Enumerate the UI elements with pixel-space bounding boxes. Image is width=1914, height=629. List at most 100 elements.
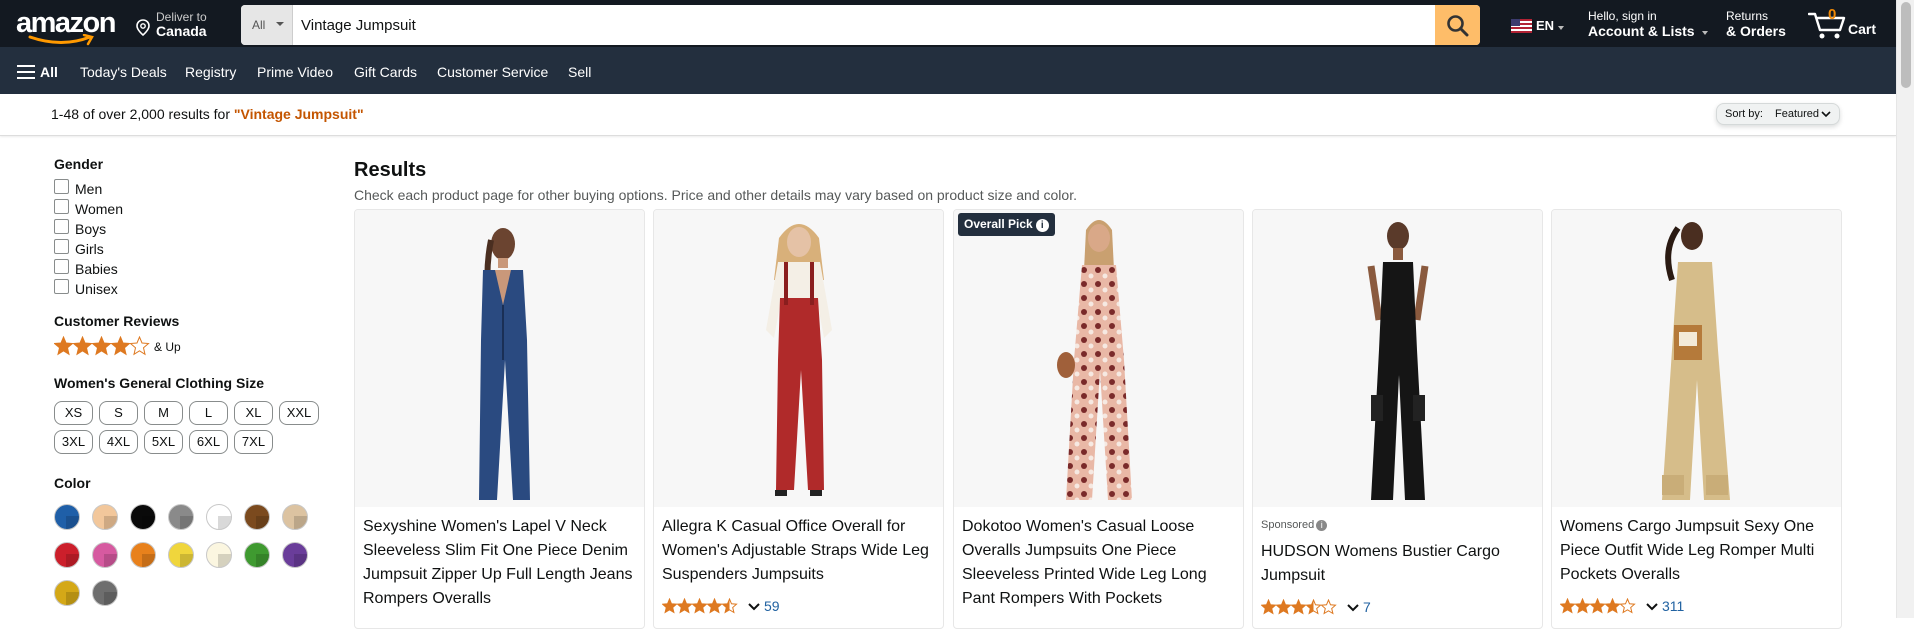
filter-label: Unisex: [75, 281, 118, 297]
checkbox[interactable]: [54, 179, 69, 194]
chevron-down-icon[interactable]: [1347, 603, 1359, 613]
size-l-button[interactable]: L: [189, 401, 228, 425]
search-department-select[interactable]: All: [241, 5, 293, 45]
product-title[interactable]: HUDSON Womens Bustier Cargo Jumpsuit: [1261, 540, 1533, 588]
badge-label: Overall Pick: [964, 217, 1033, 231]
size-6xl-button[interactable]: 6XL: [189, 430, 228, 454]
color-swatch[interactable]: [206, 504, 232, 530]
info-icon[interactable]: i: [1316, 520, 1328, 531]
checkbox[interactable]: [54, 219, 69, 234]
product-card[interactable]: Sponsored i HUDSON Womens Bustier Cargo J…: [1252, 209, 1543, 629]
product-image[interactable]: [654, 210, 943, 507]
color-swatch[interactable]: [54, 580, 80, 606]
swatch-shade: [218, 554, 231, 567]
color-swatch[interactable]: [168, 542, 194, 568]
checkbox[interactable]: [54, 239, 69, 254]
product-title[interactable]: Womens Cargo Jumpsuit Sexy One Piece Out…: [1560, 515, 1832, 587]
color-swatch[interactable]: [92, 504, 118, 530]
swatch-shade: [66, 516, 79, 529]
rating-count[interactable]: 311: [1662, 598, 1684, 614]
results-heading: Results: [354, 159, 427, 181]
product-card[interactable]: Womens Cargo Jumpsuit Sexy One Piece Out…: [1551, 209, 1842, 629]
account-label: Account & Lists: [1588, 23, 1695, 39]
nav-registry[interactable]: Registry: [185, 64, 236, 80]
product-title[interactable]: Allegra K Casual Office Overall for Wome…: [662, 515, 934, 587]
amazon-logo[interactable]: amazon: [16, 8, 116, 46]
denim-jumpsuit-image: [479, 228, 530, 500]
search-button[interactable]: [1435, 5, 1480, 45]
color-swatch[interactable]: [92, 580, 118, 606]
floral-jumpsuit-image: [1057, 220, 1132, 500]
color-swatch[interactable]: [168, 504, 194, 530]
product-card[interactable]: Dokotoo Women's Casual Loose Overalls Ju…: [953, 209, 1244, 629]
returns-orders[interactable]: Returns & Orders: [1726, 9, 1796, 41]
filter-label: Girls: [75, 241, 104, 257]
product-title[interactable]: Sexyshine Women's Lapel V Neck Sleeveles…: [363, 515, 635, 611]
reviews-heading: Customer Reviews: [54, 313, 180, 329]
chevron-down-icon[interactable]: [1646, 602, 1658, 612]
product-title[interactable]: Dokotoo Women's Casual Loose Overalls Ju…: [962, 515, 1234, 611]
scrollbar-thumb[interactable]: [1901, 2, 1911, 88]
size-xs-button[interactable]: XS: [54, 401, 93, 425]
size-3xl-button[interactable]: 3XL: [54, 430, 93, 454]
color-swatch[interactable]: [92, 542, 118, 568]
color-swatch[interactable]: [282, 542, 308, 568]
color-swatch[interactable]: [206, 542, 232, 568]
nav-customer-service[interactable]: Customer Service: [437, 64, 548, 80]
color-swatch[interactable]: [282, 504, 308, 530]
deliver-to[interactable]: Deliver to Canada: [136, 9, 216, 39]
product-rating[interactable]: 59: [661, 597, 780, 614]
top-header: amazon Deliver to Canada All Vintage Jum…: [0, 0, 1896, 47]
cart-icon: [1808, 12, 1846, 39]
product-image[interactable]: [1253, 210, 1542, 507]
nav-prime-video[interactable]: Prime Video: [257, 64, 333, 80]
product-rating[interactable]: 7: [1260, 598, 1371, 615]
product-card[interactable]: Allegra K Casual Office Overall for Wome…: [653, 209, 944, 629]
swatch-shade: [66, 554, 79, 567]
rating-count[interactable]: 59: [764, 598, 780, 614]
account-lists[interactable]: Hello, sign in Account & Lists: [1588, 9, 1708, 41]
cart-button[interactable]: 0 Cart: [1808, 6, 1882, 42]
checkbox[interactable]: [54, 259, 69, 274]
cart-count: 0: [1828, 6, 1837, 23]
filter-label: Men: [75, 181, 103, 197]
product-image[interactable]: [355, 210, 644, 507]
nav-sell[interactable]: Sell: [568, 64, 591, 80]
result-query: "Vintage Jumpsuit": [233, 106, 364, 122]
hamburger-menu-icon: [17, 65, 35, 79]
page-scrollbar[interactable]: [1896, 0, 1914, 618]
size-m-button[interactable]: M: [144, 401, 183, 425]
size-5xl-button[interactable]: 5XL: [144, 430, 183, 454]
product-image[interactable]: [954, 210, 1243, 507]
chevron-down-icon[interactable]: [748, 602, 760, 612]
color-swatch[interactable]: [130, 542, 156, 568]
search-input[interactable]: [293, 5, 1432, 45]
color-swatch[interactable]: [54, 542, 80, 568]
size-4xl-button[interactable]: 4XL: [99, 430, 138, 454]
color-swatch[interactable]: [130, 504, 156, 530]
filter-4-stars-up[interactable]: & Up: [53, 335, 181, 361]
size-xl-button[interactable]: XL: [234, 401, 273, 425]
search-icon: [1447, 15, 1469, 37]
rating-count[interactable]: 7: [1363, 599, 1371, 615]
product-image[interactable]: [1552, 210, 1841, 507]
product-card[interactable]: Sexyshine Women's Lapel V Neck Sleeveles…: [354, 209, 645, 629]
size-xxl-button[interactable]: XXL: [279, 401, 319, 425]
us-flag-icon: [1511, 19, 1532, 33]
sponsored-label: Sponsored i: [1261, 519, 1328, 531]
size-7xl-button[interactable]: 7XL: [234, 430, 273, 454]
nav-gift-cards[interactable]: Gift Cards: [354, 64, 417, 80]
nav-todays-deals[interactable]: Today's Deals: [80, 64, 167, 80]
color-swatch[interactable]: [244, 504, 270, 530]
sort-dropdown[interactable]: Sort by: Featured: [1716, 103, 1840, 125]
color-swatch[interactable]: [244, 542, 270, 568]
size-s-button[interactable]: S: [99, 401, 138, 425]
checkbox[interactable]: [54, 199, 69, 214]
color-swatch[interactable]: [54, 504, 80, 530]
info-icon[interactable]: i: [1035, 219, 1049, 232]
results-info-bar: 1-48 of over 2,000 results for "Vintage …: [0, 94, 1896, 136]
checkbox[interactable]: [54, 279, 69, 294]
product-rating[interactable]: 311: [1559, 597, 1684, 614]
cart-label: Cart: [1848, 21, 1877, 37]
result-count-text: 1-48 of over 2,000 results for: [51, 106, 234, 122]
